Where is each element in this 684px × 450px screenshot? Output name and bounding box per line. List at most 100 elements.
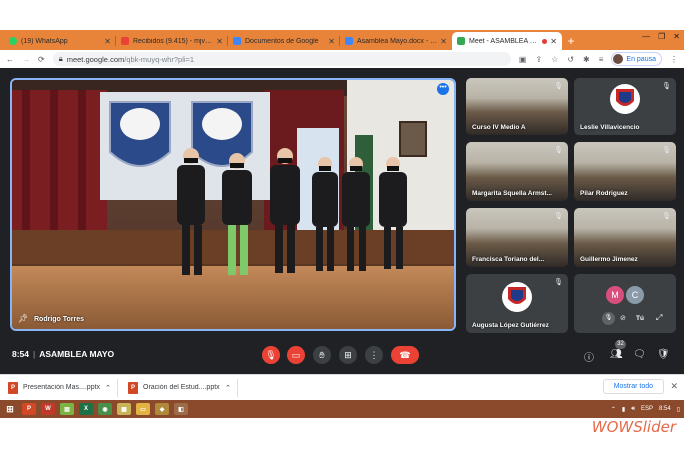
camera-icon[interactable]: ▣ [519, 55, 527, 64]
close-icon[interactable]: ✕ [440, 37, 447, 46]
tab-asamblea-doc[interactable]: Asamblea Mayo.docx - Docum ✕ [340, 32, 452, 50]
participant-tile[interactable]: 🎙︎ Leslie Villavicencio [574, 78, 676, 135]
close-icon[interactable]: ✕ [216, 37, 223, 46]
participant-tile[interactable]: 🎙︎ Francisca Toriano del... [466, 208, 568, 267]
close-icon[interactable]: ✕ [328, 37, 335, 46]
notifications-icon[interactable]: ▯ [677, 406, 680, 413]
chevron-up-icon[interactable]: ⌃ [225, 384, 231, 392]
app-icon[interactable]: ◆ [155, 403, 169, 415]
docs-icon [345, 37, 353, 45]
mic-off-icon: 🎙︎ [554, 83, 563, 90]
expand-icon[interactable]: ⤢ [656, 313, 662, 323]
tab-strip: (19) WhatsApp ✕ Recibidos (9.415) - mjvi… [0, 30, 684, 50]
chevron-up-icon[interactable]: ⌃ [105, 384, 111, 392]
docs-icon [233, 37, 241, 45]
camera-off-icon[interactable]: ⊘ [620, 314, 626, 322]
participant-name: Curso IV Medio A [472, 124, 526, 131]
leave-call-button[interactable]: ☎︎ [391, 346, 419, 364]
word-icon[interactable]: W [41, 403, 55, 415]
show-all-button[interactable]: Mostrar todo [602, 379, 664, 394]
participant-tile[interactable]: 🎙︎ Augusta López Gutiérrez [466, 274, 568, 333]
taskbar-clock[interactable]: 8:54 [659, 406, 671, 412]
meeting-title: ASAMBLEA MAYO [39, 349, 115, 359]
close-icon[interactable]: ✕ [104, 37, 111, 46]
powerpoint-icon: P [8, 381, 18, 394]
school-emblem-icon [502, 282, 532, 312]
reload-icon[interactable]: ⟳ [38, 55, 45, 64]
powerpoint-icon[interactable]: P [22, 403, 36, 415]
raise-hand-button[interactable]: ✋︎ [313, 346, 331, 364]
app-icon[interactable]: ▦ [117, 403, 131, 415]
network-icon[interactable]: ▮ [622, 406, 625, 413]
tab-title: Documentos de Google [245, 37, 319, 45]
meeting-controls-bar: 8:54 | ASAMBLEA MAYO 🎙︎ ▭ ✋︎ ⊞ ⋮ ☎︎ ⓘ 👥︎ 3… [0, 338, 684, 374]
star-icon[interactable]: ☆ [551, 55, 558, 64]
meeting-time: 8:54 [12, 349, 30, 359]
system-tray: ⌃ ▮ 🔊︎ ESP 8:54 ▯ [611, 400, 680, 418]
pin-icon[interactable]: 📌︎ [18, 314, 28, 323]
participant-tile[interactable]: 🎙︎ Guillermo Jimenez [574, 208, 676, 267]
chat-icon[interactable]: 🗨︎ [633, 349, 646, 360]
start-icon[interactable]: ⊞ [3, 403, 17, 415]
share-icon[interactable]: ⇪ [535, 55, 542, 64]
toggle-camera-button[interactable]: ▭ [287, 346, 305, 364]
downloads-bar: P Presentación Mas....pptx ⌃ P Oración d… [0, 374, 684, 400]
close-icon[interactable]: ✕ [550, 37, 557, 46]
people-icon[interactable]: 👥︎ [610, 349, 623, 360]
excel-icon[interactable]: X [79, 403, 93, 415]
meet-area: ••• 📌︎ Rodrigo Torres 🎙︎ Curso IV Medio … [0, 68, 684, 374]
new-tab-button[interactable]: + [562, 32, 580, 50]
reading-list-icon[interactable]: ≡ [599, 55, 604, 64]
photos-icon[interactable]: ◧ [174, 403, 188, 415]
folder-icon[interactable]: ▭ [136, 403, 150, 415]
info-icon[interactable]: ⓘ [584, 349, 594, 364]
participant-tile[interactable]: 🎙︎ Margarita Squella Armst... [466, 142, 568, 201]
participant-name: Guillermo Jimenez [580, 256, 638, 263]
tab-whatsapp[interactable]: (19) WhatsApp ✕ [4, 32, 116, 50]
minimize-icon[interactable]: — [642, 32, 650, 41]
toggle-mic-button[interactable]: 🎙︎ [262, 346, 280, 364]
language-indicator[interactable]: ESP [641, 406, 653, 412]
chevron-up-icon[interactable]: ⌃ [611, 406, 616, 413]
download-name: Oración del Estud....pptx [143, 384, 220, 391]
mic-off-icon: 🎙︎ [554, 213, 563, 220]
forward-icon[interactable]: → [22, 55, 30, 64]
watermark: WOWSlider [591, 418, 676, 436]
presenter-tile[interactable]: ••• 📌︎ Rodrigo Torres [10, 78, 456, 331]
participant-name: Pilar Rodriguez [580, 190, 628, 197]
close-icon[interactable]: ✕ [670, 381, 678, 392]
present-button[interactable]: ⊞ [339, 346, 357, 364]
more-options-button[interactable]: ⋮ [365, 346, 383, 364]
tab-google-docs[interactable]: Documentos de Google ✕ [228, 32, 340, 50]
extensions-icon[interactable]: ✱ [583, 55, 590, 64]
participant-tile[interactable]: 🎙︎ Curso IV Medio A [466, 78, 568, 135]
meet-icon [457, 37, 465, 45]
whatsapp-icon [9, 37, 17, 45]
presenter-name: Rodrigo Torres [34, 316, 85, 323]
download-item[interactable]: P Oración del Estud....pptx ⌃ [128, 378, 238, 397]
window-controls: — ❐ ✕ [642, 32, 680, 41]
tab-gmail[interactable]: Recibidos (9.415) - mjvillanue ✕ [116, 32, 228, 50]
self-tile[interactable]: M C 🎙︎ ⊘ Tú ⤢ [574, 274, 676, 333]
back-icon[interactable]: ← [6, 55, 14, 64]
recording-icon [542, 38, 548, 44]
menu-icon[interactable]: ⋮ [670, 55, 678, 64]
mic-off-icon[interactable]: 🎙︎ [602, 312, 615, 325]
volume-icon[interactable]: 🔊︎ [631, 406, 635, 413]
participant-tile[interactable]: 🎙︎ Pilar Rodriguez [574, 142, 676, 201]
close-window-icon[interactable]: ✕ [673, 32, 680, 41]
toolbar-icons: ▣ ⇪ ☆ ↺ ✱ ≡ [519, 55, 604, 64]
chrome-icon[interactable]: ◉ [98, 403, 112, 415]
url-field[interactable]: 🔒︎ meet.google.com/qbk-muyq-whr?pli=1 [52, 52, 511, 66]
download-item[interactable]: P Presentación Mas....pptx ⌃ [8, 378, 118, 397]
tab-meet[interactable]: Meet - ASAMBLEA MAYO ✕ [452, 32, 562, 50]
profile-button[interactable]: En pausa [611, 52, 662, 66]
self-label: Tú [636, 315, 644, 322]
tab-title: (19) WhatsApp [21, 37, 68, 45]
calculator-icon[interactable]: ▤ [60, 403, 74, 415]
participant-name: Leslie Villavicencio [580, 124, 640, 131]
sync-icon[interactable]: ↺ [567, 55, 574, 64]
more-options-button[interactable]: ••• [437, 83, 449, 95]
restore-icon[interactable]: ❐ [658, 32, 665, 41]
security-icon[interactable]: 🛡︎ [657, 349, 670, 360]
